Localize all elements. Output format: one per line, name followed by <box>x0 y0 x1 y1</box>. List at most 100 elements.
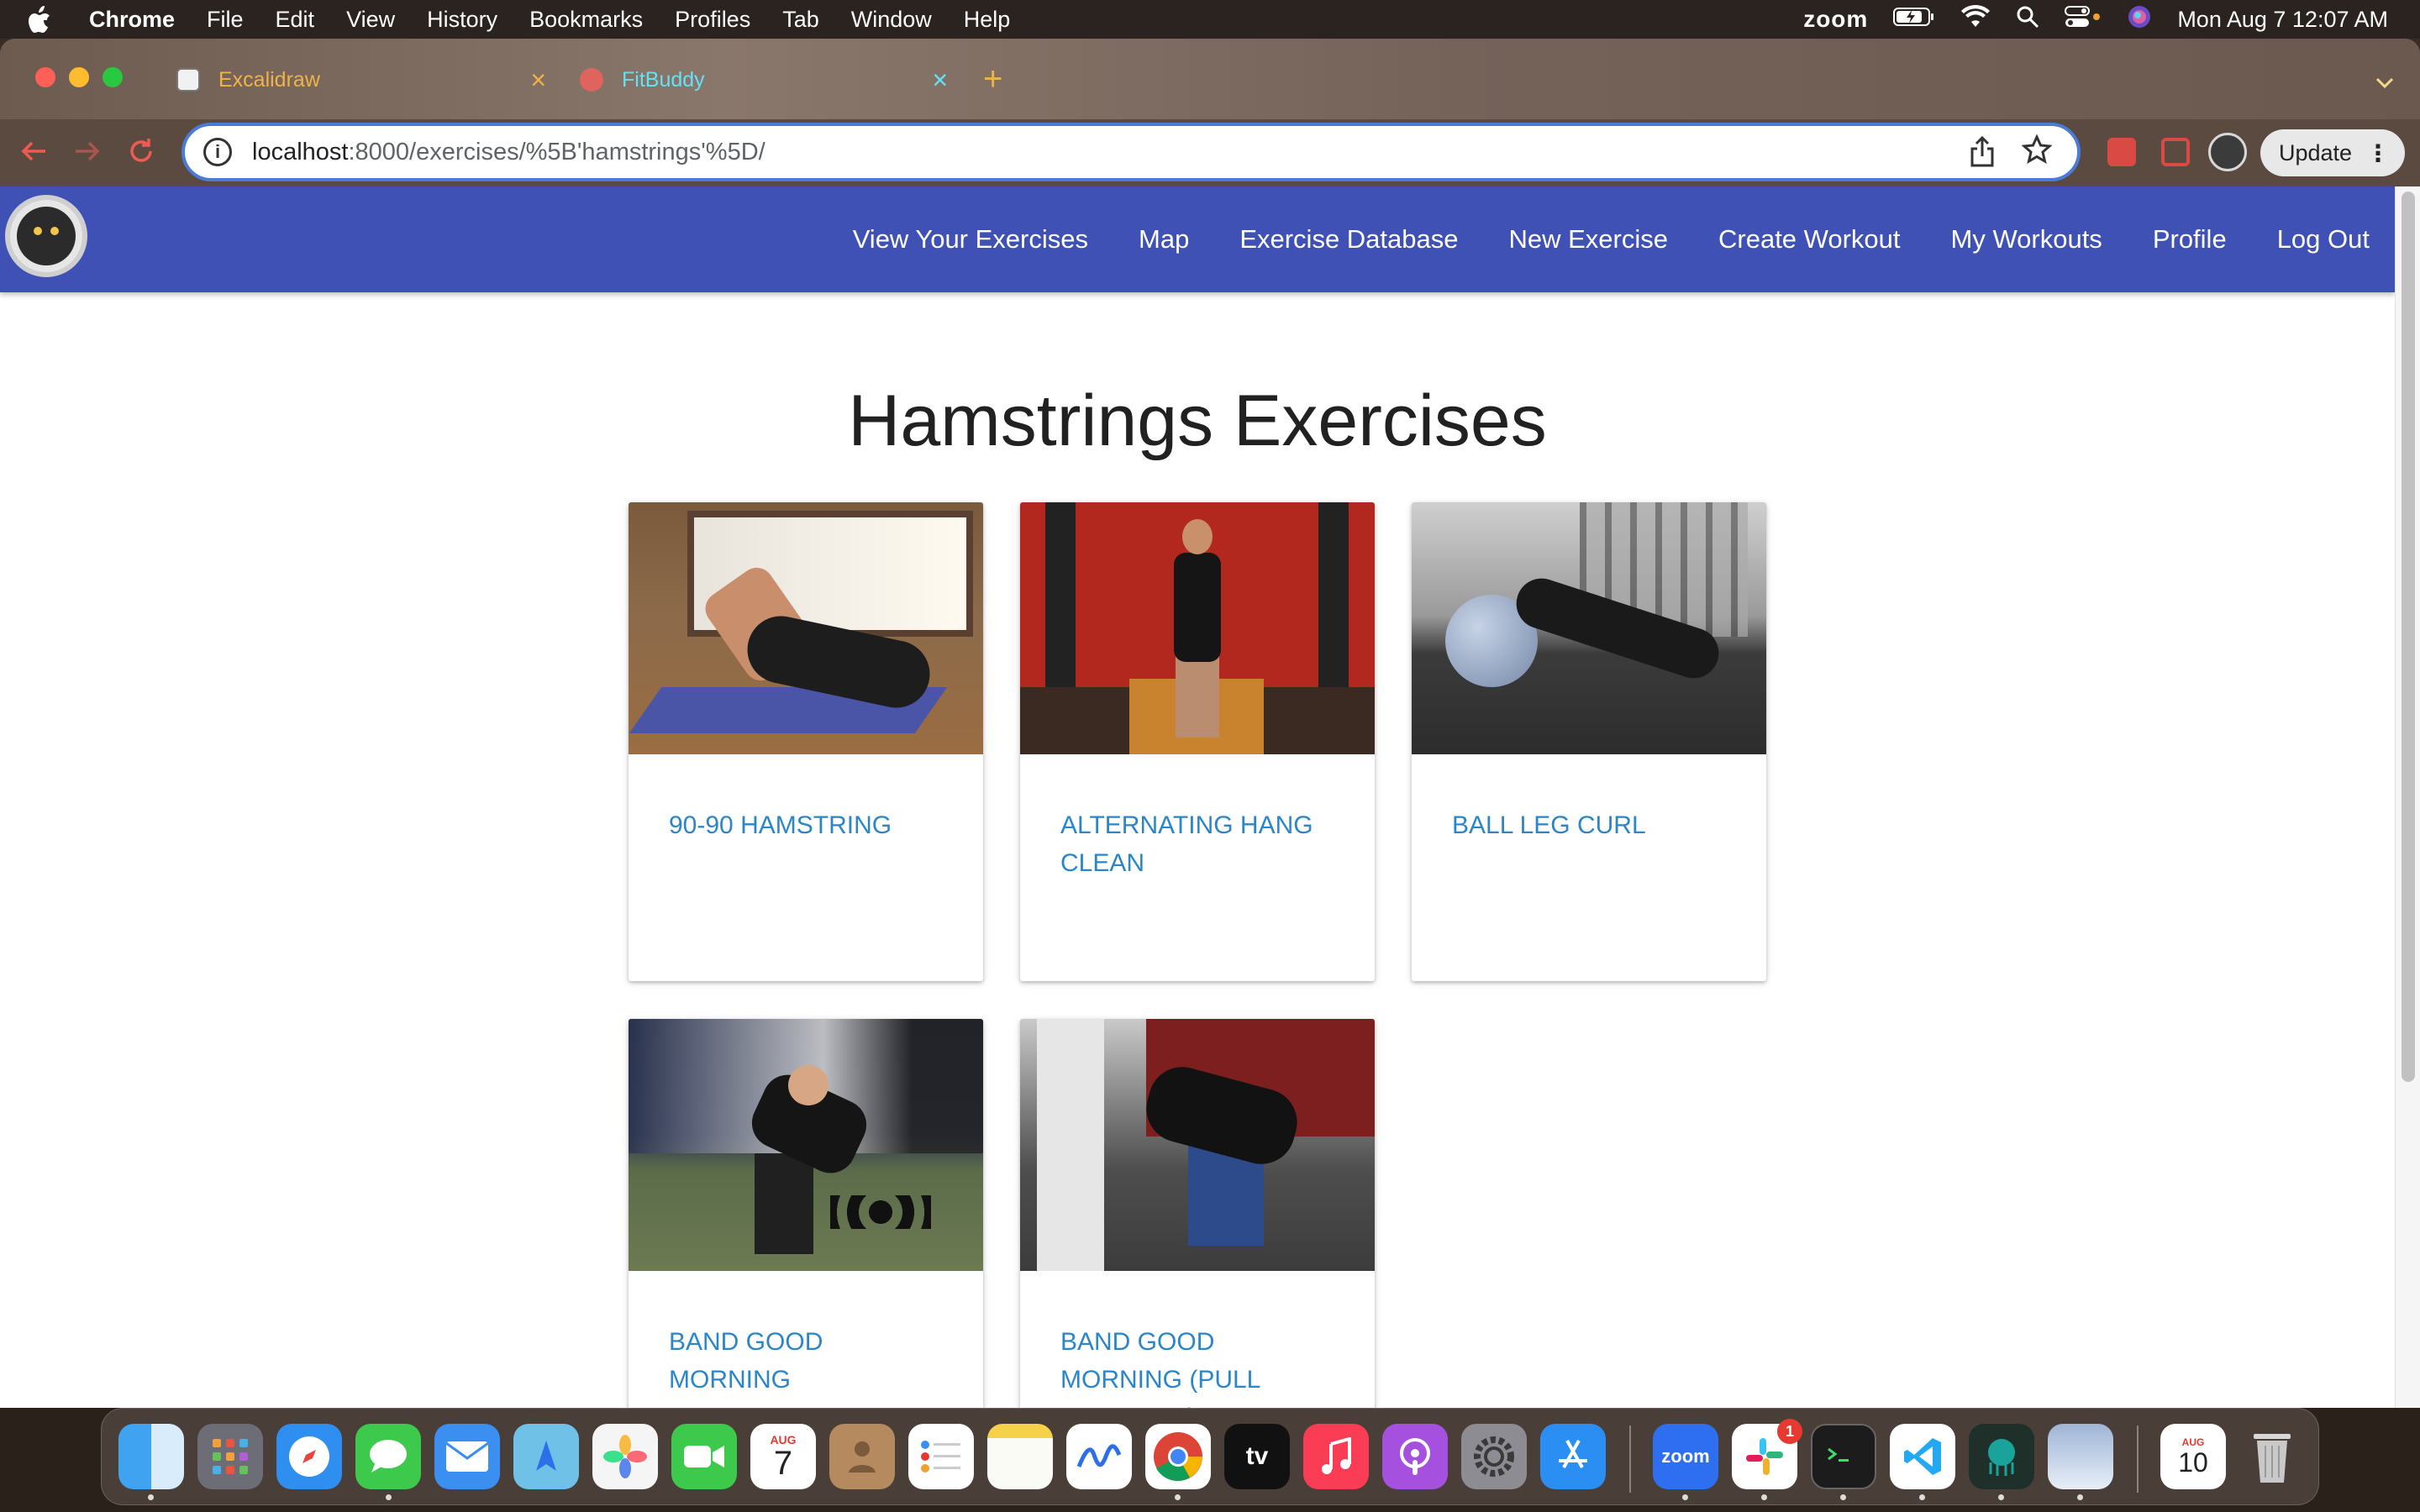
exercise-card[interactable]: BAND GOOD MORNING <box>629 1019 983 1408</box>
clock-datetime[interactable]: Mon Aug 7 12:07 AM <box>2177 7 2388 33</box>
siri-icon[interactable] <box>2127 4 2152 35</box>
page-scrollbar[interactable] <box>2395 186 2420 1408</box>
exercise-photo[interactable] <box>629 502 983 754</box>
nav-create-workout[interactable]: Create Workout <box>1718 224 1901 255</box>
exercise-card-title[interactable]: BALL LEG CURL <box>1452 806 1729 844</box>
podcasts-icon[interactable] <box>1382 1424 1448 1489</box>
menu-bookmarks[interactable]: Bookmarks <box>529 7 643 33</box>
nav-profile[interactable]: Profile <box>2153 224 2227 255</box>
running-indicator <box>1175 1494 1181 1500</box>
zoom-status-item[interactable]: zoom <box>1803 6 1868 33</box>
maps-icon[interactable] <box>513 1424 579 1489</box>
running-indicator <box>1998 1494 2004 1500</box>
scrollbar-thumb[interactable] <box>2402 192 2415 1082</box>
trash-icon[interactable] <box>2239 1424 2305 1489</box>
notes-icon[interactable] <box>987 1424 1053 1489</box>
reminders-icon[interactable] <box>908 1424 974 1489</box>
exercise-photo[interactable] <box>1020 1019 1375 1271</box>
menu-view[interactable]: View <box>346 7 395 33</box>
zoom-app-icon[interactable]: zoom <box>1653 1424 1718 1489</box>
running-indicator <box>1919 1494 1925 1500</box>
update-button[interactable]: Update ⋮ <box>2260 129 2405 176</box>
site-info-icon[interactable]: i <box>203 138 232 166</box>
nav-my-workouts[interactable]: My Workouts <box>1951 224 2102 255</box>
back-arrow-icon[interactable] <box>18 136 49 175</box>
forward-arrow-icon[interactable] <box>72 136 103 175</box>
menu-profiles[interactable]: Profiles <box>675 7 750 33</box>
facetime-icon[interactable] <box>671 1424 737 1489</box>
nav-new-exercise[interactable]: New Exercise <box>1509 224 1669 255</box>
minimize-window-button[interactable] <box>69 67 89 87</box>
safari-icon[interactable] <box>276 1424 342 1489</box>
address-bar[interactable]: i localhost:8000/exercises/%5B'hamstring… <box>182 123 2081 181</box>
calendar-icon[interactable]: AUG 7 <box>750 1424 816 1489</box>
exercise-card-title[interactable]: 90-90 HAMSTRING <box>669 806 946 844</box>
zoom-app-label: zoom <box>1661 1446 1710 1467</box>
photos-icon[interactable] <box>592 1424 658 1489</box>
close-window-button[interactable] <box>35 67 55 87</box>
gitkraken-icon[interactable] <box>1969 1424 2034 1489</box>
exercise-card[interactable]: BAND GOOD MORNING (PULL THROUGH) <box>1020 1019 1375 1408</box>
exercise-photo[interactable] <box>1412 502 1766 754</box>
chrome-icon[interactable] <box>1145 1424 1211 1489</box>
apple-icon[interactable] <box>27 5 66 34</box>
close-tab-icon[interactable]: × <box>932 65 948 96</box>
menu-window[interactable]: Window <box>851 7 932 33</box>
apple-tv-icon[interactable]: tv <box>1224 1424 1290 1489</box>
dock: AUG 7 tv zoom 1 AUG 10 <box>101 1408 2319 1505</box>
exercise-card[interactable]: BALL LEG CURL <box>1412 502 1766 981</box>
messages-icon[interactable] <box>355 1424 421 1489</box>
share-icon[interactable] <box>1970 135 1995 176</box>
tab-search-chevron-icon[interactable] <box>2375 69 2395 96</box>
reload-icon[interactable] <box>126 136 156 175</box>
app-logo[interactable] <box>5 195 87 277</box>
menu-tab[interactable]: Tab <box>782 7 819 33</box>
preview-icon[interactable] <box>2048 1424 2113 1489</box>
nav-map[interactable]: Map <box>1139 224 1189 255</box>
calendar-widget-icon[interactable]: AUG 10 <box>2160 1424 2226 1489</box>
app-store-icon[interactable] <box>1540 1424 1606 1489</box>
menu-edit[interactable]: Edit <box>276 7 315 33</box>
nav-view-your-exercises[interactable]: View Your Exercises <box>853 224 1088 255</box>
tab-fitbuddy[interactable]: FitBuddy × <box>580 54 948 106</box>
slack-icon[interactable]: 1 <box>1732 1419 1802 1489</box>
freeform-icon[interactable] <box>1066 1424 1132 1489</box>
vscode-icon[interactable] <box>1890 1424 1955 1489</box>
nav-log-out[interactable]: Log Out <box>2277 224 2370 255</box>
nav-exercise-database[interactable]: Exercise Database <box>1239 224 1458 255</box>
system-settings-icon[interactable] <box>1461 1424 1527 1489</box>
control-center-icon[interactable] <box>2065 5 2102 34</box>
battery-icon[interactable] <box>1893 7 1935 33</box>
profile-avatar[interactable] <box>2208 133 2247 171</box>
music-icon[interactable] <box>1303 1424 1369 1489</box>
update-label: Update <box>2279 139 2353 165</box>
close-tab-icon[interactable]: × <box>530 65 546 96</box>
extension-icon[interactable] <box>2161 138 2190 166</box>
menu-app-name[interactable]: Chrome <box>89 7 175 33</box>
menu-file[interactable]: File <box>207 7 244 33</box>
exercise-card[interactable]: ALTERNATING HANG CLEAN <box>1020 502 1375 981</box>
bookmark-star-icon[interactable] <box>2021 134 2053 173</box>
exercise-card[interactable]: 90-90 HAMSTRING <box>629 502 983 981</box>
extension-puzzle-icon[interactable] <box>2107 138 2136 166</box>
page-title: Hamstrings Exercises <box>848 381 1547 461</box>
terminal-icon[interactable] <box>1811 1424 1876 1489</box>
fullscreen-window-button[interactable] <box>103 67 123 87</box>
wifi-icon[interactable] <box>1960 4 1991 34</box>
new-tab-button[interactable]: + <box>983 62 1002 96</box>
menu-help[interactable]: Help <box>964 7 1011 33</box>
address-url[interactable]: localhost:8000/exercises/%5B'hamstrings'… <box>252 139 765 166</box>
exercise-photo[interactable] <box>629 1019 983 1271</box>
contacts-icon[interactable] <box>829 1424 895 1489</box>
exercise-card-title[interactable]: BAND GOOD MORNING <box>669 1323 946 1399</box>
launchpad-icon[interactable] <box>197 1424 263 1489</box>
exercise-card-title[interactable]: BAND GOOD MORNING (PULL THROUGH) <box>1060 1323 1338 1408</box>
spotlight-search-icon[interactable] <box>2016 5 2039 34</box>
more-menu-icon[interactable]: ⋮ <box>2366 139 2390 167</box>
finder-icon[interactable] <box>118 1424 184 1489</box>
exercise-photo[interactable] <box>1020 502 1375 754</box>
tab-excalidraw[interactable]: Excalidraw × <box>176 54 546 106</box>
exercise-card-title[interactable]: ALTERNATING HANG CLEAN <box>1060 806 1338 882</box>
mail-icon[interactable] <box>434 1424 500 1489</box>
menu-history[interactable]: History <box>427 7 497 33</box>
